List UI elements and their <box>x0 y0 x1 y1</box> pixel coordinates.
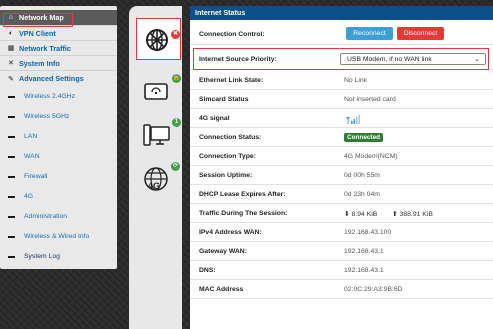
sidebar-item-label: Advanced Settings <box>19 74 84 83</box>
disconnect-button[interactable]: Disconnect <box>397 27 444 40</box>
sidebar-subitem-label: Wireless 5GHz <box>24 113 70 120</box>
4g-signal-row: 4G signal <box>190 110 493 128</box>
sidebar-subitem-label: Administration <box>24 213 68 220</box>
sidebar-subitem-label: LAN <box>24 133 38 140</box>
signal-strength-icon <box>346 115 361 124</box>
sidebar-subitem-wireless-5[interactable]: Wireless 5GHz <box>0 109 117 124</box>
row-label: Simcard Status <box>199 96 249 103</box>
simcard-status-row: Simcard Status Not inserted card <box>190 91 493 109</box>
dash-icon <box>8 135 15 138</box>
row-value: No Link <box>344 77 368 84</box>
connection-control-row: Connection Control: Reconnect Disconnect <box>190 24 493 45</box>
row-value: 0d 00h 55m <box>344 172 380 179</box>
row-label: IPv4 Address WAN: <box>199 229 262 236</box>
sidebar-subitem-label: WAN <box>24 153 40 160</box>
4g-globe-icon[interactable]: 4G <box>142 165 172 195</box>
row-label: Traffic During The Session: <box>199 210 288 217</box>
dash-icon <box>8 255 15 258</box>
traffic-down: ⬇ 8.94 KiB <box>344 210 377 218</box>
4g-refresh-badge: ⟳ <box>171 162 180 171</box>
sidebar-subitem-label: Wireless & Wired Info <box>24 233 90 240</box>
reconnect-button[interactable]: Reconnect <box>346 27 393 40</box>
source-priority-highlight-box <box>193 48 489 70</box>
sidebar-item-label: Network Traffic <box>19 43 71 53</box>
dash-icon <box>8 155 15 158</box>
row-value: 192.168.43.100 <box>344 229 392 236</box>
dns-row: DNS: 192.168.43.1 <box>190 262 493 280</box>
sidebar-item-advanced-settings[interactable]: ✎ Advanced Settings <box>0 71 117 86</box>
sidebar-subitem-lan[interactable]: LAN <box>0 129 117 144</box>
ipv4-wan-row: IPv4 Address WAN: 192.168.43.100 <box>190 224 493 242</box>
dash-icon <box>8 215 15 218</box>
ethernet-link-row: Ethernet Link State: No Link <box>190 72 493 90</box>
row-value: 192.168.43.1 <box>344 267 384 274</box>
sidebar-item-network-traffic[interactable]: ▦ Network Traffic <box>0 41 117 56</box>
clients-icon[interactable] <box>142 123 172 149</box>
row-label: Connection Status: <box>199 134 262 141</box>
sidebar-subitem-4g[interactable]: 4G <box>0 189 117 204</box>
sidebar-item-vpn-client[interactable]: ◐ VPN Client <box>0 26 117 41</box>
router-icon[interactable] <box>143 80 169 102</box>
internet-globe-icon[interactable] <box>142 25 172 55</box>
sidebar-subitem-label: Wireless 2.4GHz <box>24 93 75 100</box>
row-label: 4G signal <box>199 115 230 122</box>
dash-icon <box>8 195 15 198</box>
traffic-up-value: 388.91 KiB <box>399 210 433 218</box>
sidebar-subitem-wireless-24[interactable]: Wireless 2.4GHz <box>0 89 117 104</box>
row-value: 02:0C:29:A3:9B:6D <box>344 286 403 293</box>
sidebar-item-label: System Info <box>19 58 60 68</box>
sidebar-item-label: VPN Client <box>19 28 56 38</box>
sidebar-subitem-system-log[interactable]: System Log <box>0 249 117 264</box>
sidebar-subitem-label: Firewall <box>24 173 48 180</box>
system-info-icon: ✕ <box>8 60 14 67</box>
row-label: Gateway WAN: <box>199 248 247 255</box>
session-uptime-row: Session Uptime: 0d 00h 55m <box>190 167 493 185</box>
arrow-down-icon: ⬇ <box>344 210 350 218</box>
row-value: 4G Modem(NCM) <box>344 153 398 160</box>
gateway-wan-row: Gateway WAN: 192.168.43.1 <box>190 243 493 261</box>
vpn-icon: ◐ <box>8 29 14 37</box>
sidebar: ⌂ Network Map ◐ VPN Client ▦ Network Tra… <box>0 6 117 269</box>
arrow-up-icon: ⬆ <box>392 210 398 218</box>
status-badge: Connected <box>344 133 384 142</box>
row-label: MAC Address <box>199 286 244 293</box>
4g-label: 4G <box>148 181 160 191</box>
panel-title: Internet Status <box>190 6 493 20</box>
traffic-session-row: Traffic During The Session: ⬇ 8.94 KiB ⬆… <box>190 205 493 223</box>
sidebar-subitem-firewall[interactable]: Firewall <box>0 169 117 184</box>
row-value: 0d 23h 04m <box>344 191 380 198</box>
sidebar-subitem-label: System Log <box>24 253 60 260</box>
dash-icon <box>8 95 15 98</box>
row-label: Connection Type: <box>199 153 256 160</box>
mac-address-row: MAC Address 02:0C:29:A3:9B:6D <box>190 281 493 299</box>
sidebar-subitem-wireless-wired-info[interactable]: Wireless & Wired Info <box>0 229 117 244</box>
row-value: Not inserted card <box>344 96 396 103</box>
connection-type-row: Connection Type: 4G Modem(NCM) <box>190 148 493 166</box>
sidebar-subitem-wan[interactable]: WAN <box>0 149 117 164</box>
dash-icon <box>8 235 15 238</box>
traffic-icon: ▦ <box>7 45 15 52</box>
wrench-icon: ✎ <box>8 75 14 83</box>
router-lock-badge: 🔒 <box>172 74 181 83</box>
traffic-down-value: 8.94 KiB <box>351 210 378 218</box>
dash-icon <box>8 115 15 118</box>
connection-control-label: Connection Control: <box>199 30 265 38</box>
row-value: 192.168.43.1 <box>344 248 384 255</box>
sidebar-subitem-label: 4G <box>24 193 34 200</box>
row-label: Ethernet Link State: <box>199 77 264 84</box>
row-label: DHCP Lease Expires After: <box>199 191 286 198</box>
row-label: DNS: <box>199 267 216 274</box>
traffic-up: ⬆ 388.91 KiB <box>392 210 433 218</box>
sidebar-subitem-administration[interactable]: Administration <box>0 209 117 224</box>
dash-icon <box>8 175 15 178</box>
dhcp-lease-row: DHCP Lease Expires After: 0d 23h 04m <box>190 186 493 204</box>
highlight-box <box>3 13 73 27</box>
row-label: Session Uptime: <box>199 172 253 179</box>
internet-error-badge: ✖ <box>171 30 180 39</box>
connection-status-row: Connection Status: Connected <box>190 129 493 147</box>
clients-count-badge: 1 <box>172 118 181 127</box>
sidebar-item-system-info[interactable]: ✕ System Info <box>0 56 117 71</box>
